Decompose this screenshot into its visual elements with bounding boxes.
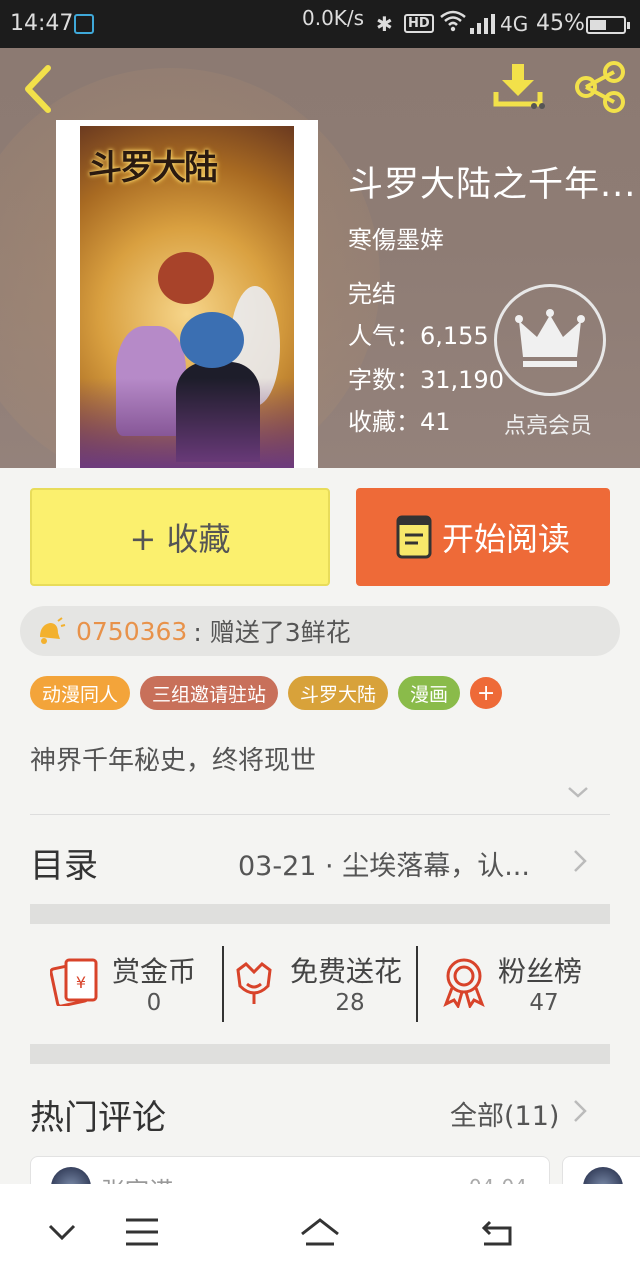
- tag-item[interactable]: 斗罗大陆: [288, 676, 389, 710]
- gift-message: : 赠送了3鲜花: [193, 618, 351, 647]
- book-icon: [396, 515, 432, 559]
- chevron-right-icon: [572, 1098, 588, 1124]
- all-comments-label: 全部(11): [450, 1101, 560, 1132]
- download-button[interactable]: [490, 60, 550, 114]
- red-envelope-icon: ¥: [50, 958, 98, 1006]
- tag-list: 动漫同人 三组邀请驻站 斗罗大陆 漫画 +: [30, 676, 503, 710]
- hot-comments-title: 热门评论: [30, 1098, 166, 1138]
- book-author[interactable]: 寒傷墨婞: [348, 220, 444, 255]
- section-separator: [30, 1044, 610, 1064]
- book-popularity: 人气：6,155: [348, 322, 489, 350]
- back-nav-button[interactable]: [476, 1212, 520, 1252]
- crown-icon: [515, 309, 585, 367]
- share-icon: [575, 61, 625, 113]
- divider: [30, 814, 610, 815]
- battery-icon: [586, 16, 630, 34]
- book-cover[interactable]: 斗罗大陆: [56, 120, 318, 468]
- bluetooth-icon: ✱: [376, 12, 393, 36]
- book-title: 斗罗大陆之千年...: [348, 165, 637, 205]
- reward-coins-stat[interactable]: ¥ 赏金币 0: [50, 946, 220, 1022]
- status-bar: 14:47 0.0K/s ✱ HD 4G 45%: [0, 0, 640, 48]
- wifi-icon: [440, 10, 466, 38]
- expand-description-button[interactable]: [566, 782, 590, 802]
- reward-coins-label: 赏金币: [112, 955, 197, 988]
- vip-button[interactable]: [494, 284, 606, 396]
- net-speed: 0.0K/s: [302, 6, 365, 30]
- chevron-down-icon: [48, 1224, 76, 1241]
- chevron-left-icon: [25, 65, 51, 113]
- flower-icon: [236, 962, 272, 1004]
- fan-rank-label: 粉丝榜: [498, 955, 583, 988]
- gift-user-id[interactable]: 0750363: [76, 617, 187, 646]
- book-description: 神界千年秘史，终将现世: [30, 746, 317, 776]
- reward-coins-value: 0: [146, 990, 162, 1016]
- download-icon: [493, 64, 545, 109]
- cover-logo: 斗罗大陆: [88, 148, 218, 188]
- free-flowers-value: 28: [335, 990, 365, 1016]
- menu-button[interactable]: [120, 1212, 164, 1252]
- system-nav-bar: [0, 1184, 640, 1280]
- cover-art: 斗罗大陆: [80, 126, 294, 468]
- svg-text:¥: ¥: [76, 973, 86, 992]
- start-reading-button[interactable]: 开始阅读: [356, 488, 610, 586]
- battery-percent: 45%: [536, 11, 585, 36]
- tag-item[interactable]: 动漫同人: [30, 676, 131, 710]
- tag-item[interactable]: 漫画: [398, 676, 461, 710]
- book-word-count: 字数：31,190: [348, 366, 504, 394]
- back-button[interactable]: [18, 62, 62, 116]
- book-status: 完结: [348, 280, 396, 308]
- share-button[interactable]: [570, 60, 630, 114]
- hd-badge: HD: [404, 14, 434, 33]
- toc-label: 目录: [30, 846, 98, 886]
- gift-notice: 0750363 : 赠送了3鲜花: [20, 606, 620, 656]
- book-favorites: 收藏：41: [348, 408, 451, 436]
- menu-icon: [126, 1218, 158, 1246]
- chevron-down-icon: [568, 787, 588, 798]
- fan-rank-stat[interactable]: 粉丝榜 47: [440, 946, 600, 1022]
- start-reading-label: 开始阅读: [441, 520, 570, 558]
- stat-divider: [416, 946, 418, 1022]
- toc-latest-chapter: 03-21 · 尘埃落幕，认...: [238, 851, 530, 882]
- network-type: 4G: [500, 12, 529, 36]
- status-time: 14:47: [10, 11, 74, 36]
- hide-nav-button[interactable]: [40, 1212, 84, 1252]
- bell-icon: [40, 617, 66, 644]
- free-flowers-stat[interactable]: 免费送花 28: [232, 946, 414, 1022]
- book-header: 斗罗大陆 斗罗大陆之千年... 寒傷墨婞 完结 人气：6,155 字数：31,1…: [0, 48, 640, 468]
- medal-icon: [443, 958, 485, 1008]
- screenshot-icon: [74, 14, 94, 34]
- free-flowers-label: 免费送花: [290, 955, 403, 988]
- vip-label: 点亮会员: [504, 414, 593, 439]
- add-tag-button[interactable]: +: [470, 677, 503, 709]
- signal-icon: [470, 14, 496, 34]
- add-to-favorites-button[interactable]: + 收藏: [30, 488, 330, 586]
- home-button[interactable]: [298, 1212, 342, 1252]
- section-separator: [30, 904, 610, 924]
- back-arrow-icon: [481, 1220, 512, 1246]
- stat-divider: [222, 946, 224, 1022]
- home-icon: [301, 1218, 339, 1246]
- tag-item[interactable]: 三组邀请驻站: [140, 676, 279, 710]
- fan-rank-value: 47: [529, 990, 559, 1016]
- chevron-right-icon: [572, 848, 588, 874]
